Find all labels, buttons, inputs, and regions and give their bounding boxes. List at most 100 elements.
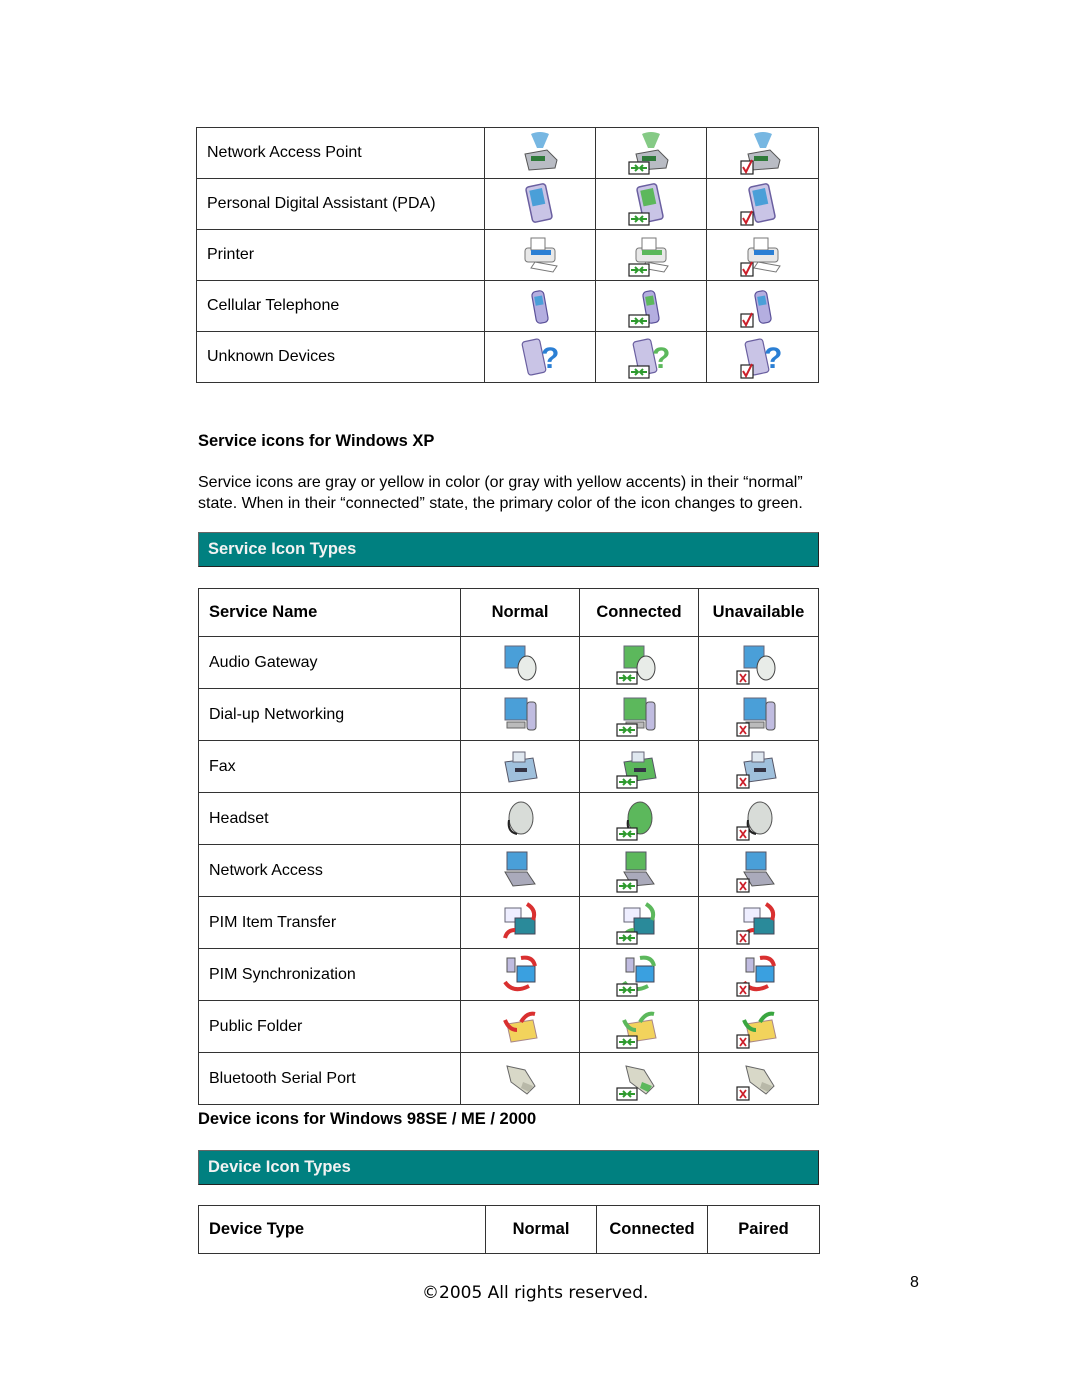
headset-unavailable-icon (735, 796, 782, 842)
icon-cell-connected (595, 229, 707, 281)
icon-cell-unavailable (698, 792, 819, 845)
cellular-telephone-connected-icon (628, 283, 674, 329)
icon-cell-connected (595, 178, 707, 230)
copyright-text: ©2005 All rights reserved. (422, 1283, 649, 1303)
dial-up-networking-normal-icon (497, 692, 543, 738)
header-device-type: Device Type (198, 1205, 486, 1254)
bar-title: Service Icon Types (208, 540, 357, 558)
headset-connected-icon (616, 796, 662, 842)
header-unavailable: Unavailable (698, 588, 819, 637)
header-paired: Paired (707, 1205, 820, 1254)
device-type-label: Cellular Telephone (196, 280, 485, 332)
icon-cell-unavailable (698, 636, 819, 689)
icon-cell-normal (460, 844, 580, 897)
icon-cell-normal (484, 229, 596, 281)
icon-cell-unavailable (698, 1000, 819, 1053)
pda-connected-icon (628, 181, 674, 227)
icon-cell-normal (460, 948, 580, 1001)
unknown-device-normal-icon: ? (517, 334, 563, 380)
table-header-row: Service Name Normal Connected Unavailabl… (198, 588, 819, 637)
pim-item-transfer-connected-icon (616, 900, 662, 946)
icon-cell-unavailable (698, 844, 819, 897)
dial-up-networking-unavailable-icon (735, 692, 782, 738)
network-access-point-paired-icon (739, 130, 786, 176)
public-folder-connected-icon (616, 1004, 662, 1050)
icon-cell-normal (460, 740, 580, 793)
table-row: Personal Digital Assistant (PDA) (196, 178, 819, 230)
device-98-section-heading: Device icons for Windows 98SE / ME / 200… (198, 1110, 537, 1128)
bar-title: Device Icon Types (208, 1158, 351, 1176)
service-name-label: Dial-up Networking (198, 688, 461, 741)
icon-cell-normal (484, 127, 596, 179)
pda-paired-icon (739, 181, 786, 227)
icon-cell-unavailable (698, 740, 819, 793)
audio-gateway-connected-icon (616, 640, 662, 686)
svg-text:?: ? (652, 342, 670, 375)
table-row: Public Folder (198, 1000, 819, 1053)
table-row: PIM Item Transfer (198, 896, 819, 949)
icon-cell-normal (484, 280, 596, 332)
pim-item-transfer-normal-icon (497, 900, 543, 946)
network-access-connected-icon (616, 848, 662, 894)
dial-up-networking-connected-icon (616, 692, 662, 738)
svg-text:?: ? (764, 342, 782, 375)
pim-synchronization-normal-icon (497, 952, 543, 998)
device-type-label: Printer (196, 229, 485, 281)
header-connected: Connected (596, 1205, 708, 1254)
icon-cell-connected (579, 1052, 699, 1105)
fax-unavailable-icon (735, 744, 782, 790)
table-row: Network Access Point (196, 127, 819, 179)
icon-cell-paired (706, 127, 819, 179)
header-normal: Normal (485, 1205, 597, 1254)
serial-port-normal-icon (497, 1056, 543, 1102)
icon-cell-normal (460, 688, 580, 741)
public-folder-unavailable-icon (735, 1004, 782, 1050)
table-row: Bluetooth Serial Port (198, 1052, 819, 1105)
paragraph-line: state. When in their “connected” state, … (198, 495, 803, 512)
audio-gateway-normal-icon (497, 640, 543, 686)
icon-cell-connected (579, 740, 699, 793)
header-normal: Normal (460, 588, 580, 637)
service-name-label: Headset (198, 792, 461, 845)
cellular-telephone-normal-icon (517, 283, 563, 329)
public-folder-normal-icon (497, 1004, 543, 1050)
network-access-unavailable-icon (735, 848, 782, 894)
icon-cell-paired (706, 178, 819, 230)
icon-cell-connected (579, 636, 699, 689)
unknown-device-paired-icon: ? (739, 334, 786, 380)
service-icon-types-bar: Service Icon Types (198, 532, 819, 567)
printer-paired-icon (739, 232, 786, 278)
headset-normal-icon (497, 796, 543, 842)
icon-cell-connected (595, 127, 707, 179)
icon-cell-unavailable (698, 1052, 819, 1105)
icon-cell-connected (579, 1000, 699, 1053)
printer-normal-icon (517, 232, 563, 278)
service-name-label: Fax (198, 740, 461, 793)
service-name-label: Bluetooth Serial Port (198, 1052, 461, 1105)
icon-cell-normal (460, 896, 580, 949)
service-name-label: Audio Gateway (198, 636, 461, 689)
table-row: Printer (196, 229, 819, 281)
cellular-telephone-paired-icon (739, 283, 786, 329)
icon-cell-normal (460, 792, 580, 845)
device-icons-table-xp: Network Access Point Personal Digital As… (196, 127, 819, 383)
pda-normal-icon (517, 181, 563, 227)
network-access-point-normal-icon (517, 130, 563, 176)
fax-normal-icon (497, 744, 543, 790)
service-icons-table: Service Name Normal Connected Unavailabl… (198, 588, 819, 1105)
printer-connected-icon (628, 232, 674, 278)
device-type-label: Unknown Devices (196, 331, 485, 383)
table-row: Fax (198, 740, 819, 793)
network-access-point-connected-icon (628, 130, 674, 176)
audio-gateway-unavailable-icon (735, 640, 782, 686)
table-row: Unknown Devices ? ? ? (196, 331, 819, 383)
icon-cell-normal (460, 1000, 580, 1053)
icon-cell-paired (706, 280, 819, 332)
icon-cell-connected (595, 280, 707, 332)
paragraph-line: Service icons are gray or yellow in colo… (198, 474, 803, 491)
icon-cell-unavailable (698, 948, 819, 1001)
fax-connected-icon (616, 744, 662, 790)
service-name-label: Network Access (198, 844, 461, 897)
icon-cell-unavailable (698, 688, 819, 741)
table-row: Headset (198, 792, 819, 845)
